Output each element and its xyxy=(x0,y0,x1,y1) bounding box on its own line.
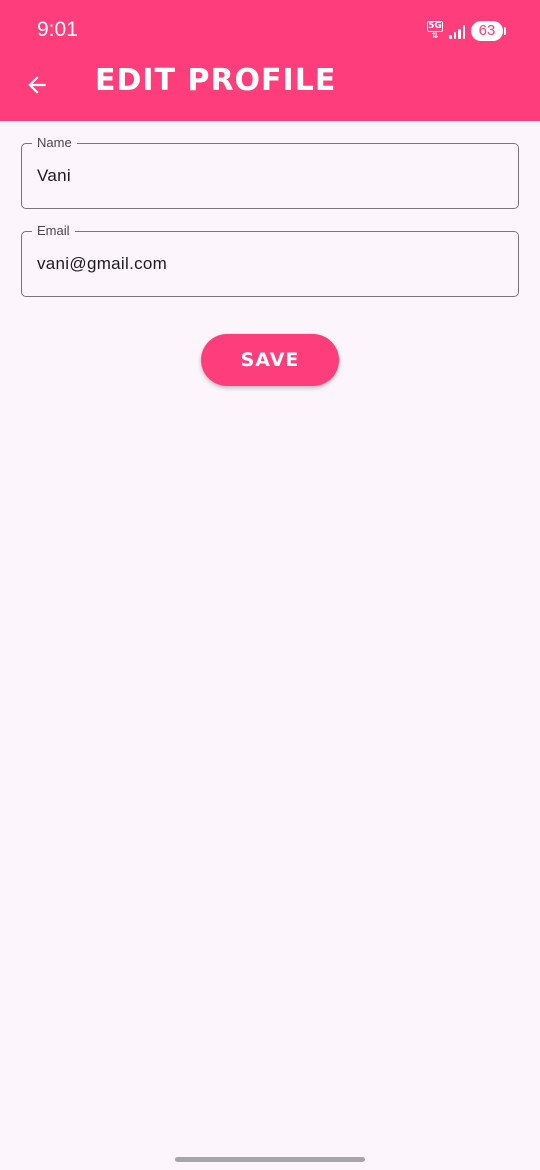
back-button[interactable] xyxy=(18,66,56,104)
email-input[interactable] xyxy=(37,254,497,274)
status-icons: 5G ⇅ 63 xyxy=(427,20,506,42)
data-arrows-icon: ⇅ xyxy=(431,31,439,40)
arrow-back-icon xyxy=(28,76,46,94)
save-button[interactable]: SAVE xyxy=(201,334,339,386)
name-input[interactable] xyxy=(37,166,497,186)
status-time: 9:01 xyxy=(37,18,78,41)
signal-icon xyxy=(449,23,465,39)
battery-icon: 63 xyxy=(471,21,506,41)
app-bar: 9:01 5G ⇅ 63 EDIT PROFILE xyxy=(0,0,540,121)
name-field[interactable]: Name xyxy=(21,135,519,209)
home-indicator[interactable] xyxy=(175,1157,365,1162)
page-title: EDIT PROFILE xyxy=(95,63,337,98)
network-5g-icon: 5G ⇅ xyxy=(427,21,443,41)
email-field-label: Email xyxy=(32,223,75,239)
email-field[interactable]: Email xyxy=(21,223,519,297)
name-field-label: Name xyxy=(32,135,77,151)
